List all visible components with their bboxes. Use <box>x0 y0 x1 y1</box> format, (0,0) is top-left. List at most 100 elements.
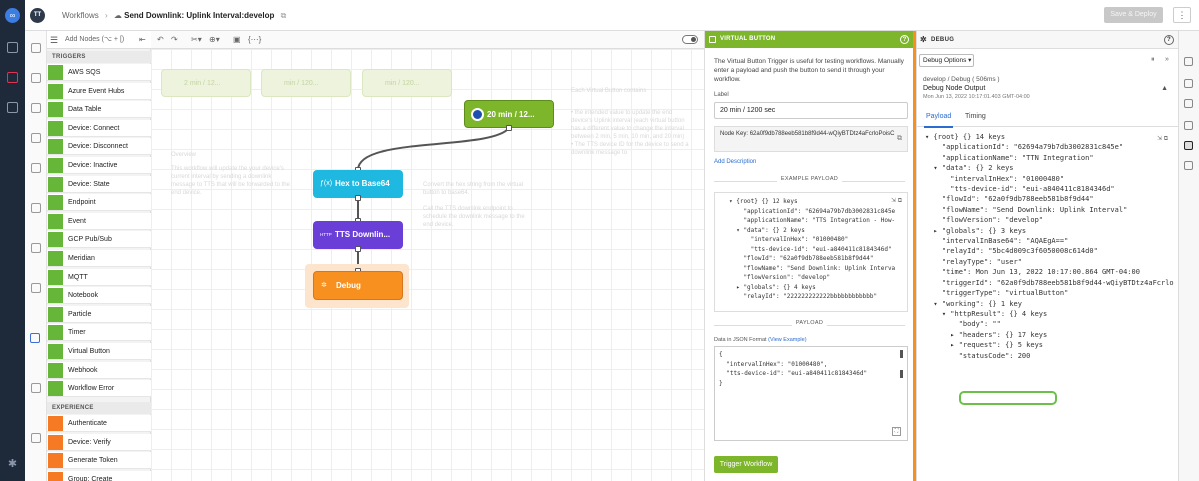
data-icon[interactable] <box>31 103 41 113</box>
palette-item-label: Virtual Button <box>68 348 110 355</box>
palette-item-trigger-particle[interactable]: Particle <box>47 305 151 323</box>
breadcrumb-workflows-link[interactable]: Workflows <box>62 11 99 20</box>
code-line: "intervalInHex": "01000480" <box>729 236 849 243</box>
tts-downlink-node[interactable]: HTTP TTS Downlin... <box>313 221 403 249</box>
expand-copy-icons[interactable]: ⇲ ⧉ <box>891 197 902 205</box>
save-deploy-button[interactable]: Save & Deploy <box>1104 7 1163 23</box>
label-input[interactable]: 20 min / 1200 sec <box>714 102 908 119</box>
table-icon[interactable] <box>31 243 41 253</box>
palette-item-trigger-webhook[interactable]: Webhook <box>47 361 151 379</box>
palette-item-trigger-notebook[interactable]: Notebook <box>47 287 151 305</box>
node-type-icon <box>48 232 63 248</box>
add-nodes-search-input[interactable]: Add Nodes (⌥ + [) <box>53 33 149 47</box>
palette-item-trigger-meridian[interactable]: Meridian <box>47 250 151 267</box>
more-menu-button[interactable]: ⋮ <box>1173 7 1191 23</box>
palette-item-experience-group-create[interactable]: Group: Create <box>47 470 151 481</box>
virtual-button-icon[interactable] <box>30 333 40 343</box>
palette-item-trigger-azure-event-hubs[interactable]: Azure Event Hubs <box>47 82 151 100</box>
debug-options-dropdown[interactable]: Debug Options ▾ <box>919 54 974 67</box>
experience-icon[interactable] <box>31 383 41 393</box>
code-line: "relayId": "5bc4d009c3f6050008c614d0" <box>925 247 1098 256</box>
network-icon[interactable]: ✱ <box>6 458 19 471</box>
globe-icon[interactable] <box>31 433 41 443</box>
clear-icon[interactable]: » <box>1165 56 1169 63</box>
debug-toggle-icon[interactable] <box>1184 141 1193 150</box>
palette-item-trigger-device-state[interactable]: Device: State <box>47 175 151 193</box>
collapse-panel-icon[interactable] <box>709 36 716 43</box>
trigger-node-20min[interactable]: 20 min / 12... <box>464 100 554 128</box>
add-description-link[interactable]: Add Description <box>714 159 756 165</box>
copy-icon[interactable]: ⧉ <box>281 11 287 20</box>
palette-item-trigger-workflow-error[interactable]: Workflow Error <box>47 380 151 398</box>
workflow-canvas[interactable]: Add Nodes (⌥ + [) ⇤ ↶ ↷ ✂▾ ⊕▾ ▣ {⋯} 2 mi… <box>65 31 704 481</box>
output-port[interactable] <box>355 246 361 252</box>
dashboard-icon[interactable] <box>7 42 18 53</box>
versions-icon[interactable] <box>1184 79 1193 88</box>
losant-logo-icon[interactable]: ∞ <box>5 8 20 23</box>
code-line: "applicationId": "62694a79b7db3002831c84… <box>925 143 1124 152</box>
output-port[interactable] <box>506 125 512 131</box>
node-type-icon <box>48 83 63 99</box>
debug-node[interactable]: ✲ Debug <box>313 271 403 300</box>
code-line: "flowVersion": "develop" <box>729 274 831 281</box>
view-example-link[interactable]: (View Example) <box>768 337 806 343</box>
palette-item-trigger-event[interactable]: Event <box>47 212 151 230</box>
notebook-icon[interactable] <box>31 283 41 293</box>
palette-item-trigger-timer[interactable]: Timer <box>47 324 151 342</box>
palette-item-experience-generate-token[interactable]: Generate Token <box>47 452 151 470</box>
global-nav-rail: ∞ ✱ <box>0 0 25 481</box>
palette-item-trigger-device-disconnect[interactable]: Device: Disconnect <box>47 138 151 156</box>
expand-copy-icons[interactable]: ⇲ ⧉ <box>1157 135 1168 143</box>
pause-icon[interactable]: ⏸ <box>1151 56 1155 64</box>
device-icon[interactable] <box>31 203 41 213</box>
palette-item-trigger-data-table[interactable]: Data Table <box>47 101 151 119</box>
help-icon[interactable]: ? <box>1164 35 1174 45</box>
code-line: { <box>719 351 723 358</box>
collapse-icon[interactable]: ⇤ <box>139 35 146 44</box>
search-icon[interactable] <box>31 43 41 53</box>
palette-item-label: Endpoint <box>68 199 96 207</box>
tab-payload[interactable]: Payload <box>923 113 954 128</box>
storage-icon[interactable] <box>1184 99 1193 108</box>
stats-icon[interactable] <box>1184 121 1193 130</box>
palette-item-experience-authenticate[interactable]: Authenticate <box>47 415 151 432</box>
editor-scrollbar[interactable] <box>900 350 903 438</box>
palette-item-trigger-aws-sqs[interactable]: AWS SQS <box>47 64 151 81</box>
palette-item-trigger-endpoint[interactable]: Endpoint <box>47 194 151 212</box>
palette-item-label: Device: Disconnect <box>68 143 128 151</box>
collapse-message-icon[interactable]: ▲ <box>1161 85 1168 92</box>
palette-item-trigger-gcp-pub-sub[interactable]: GCP Pub/Sub <box>47 231 151 249</box>
palette-item-label: Azure Event Hubs <box>68 87 125 95</box>
globals-icon[interactable] <box>1184 161 1193 170</box>
trigger-workflow-button[interactable]: Trigger Workflow <box>714 456 778 473</box>
expand-editor-icon[interactable]: ⛶ <box>892 427 901 436</box>
avatar[interactable]: TT <box>30 8 45 23</box>
node-label: TTS Downlin... <box>335 230 391 239</box>
trigger-icon[interactable] <box>31 73 41 83</box>
palette-item-label: Notebook <box>68 292 98 300</box>
docs-icon[interactable] <box>7 102 18 113</box>
hex-to-base64-node[interactable]: ƒ(x) Hex to Base64 <box>313 170 403 198</box>
logic-icon[interactable] <box>31 133 41 143</box>
tab-timing[interactable]: Timing <box>965 113 986 120</box>
palette-item-label: Device: Inactive <box>68 162 118 169</box>
palette-item-label: MQTT <box>68 273 88 281</box>
palette-item-trigger-device-connect[interactable]: Device: Connect <box>47 119 151 137</box>
palette-item-trigger-virtual-button[interactable]: Virtual Button <box>47 343 151 360</box>
payload-json-editor[interactable]: { "intervalInHex": "01000480", "tts-devi… <box>714 346 908 441</box>
output-port[interactable] <box>355 195 361 201</box>
palette-item-trigger-device-inactive[interactable]: Device: Inactive <box>47 157 151 174</box>
copy-icon[interactable]: ⧉ <box>897 135 902 143</box>
payload-code: { "intervalInHex": "01000480", "tts-devi… <box>719 350 899 388</box>
code-line: "flowName": "Send Downlink: Uplink Inter… <box>925 205 1128 214</box>
palette-item-experience-device-verify[interactable]: Device: Verify <box>47 433 151 451</box>
debug-path: develop / Debug ( 506ms ) <box>923 76 1000 83</box>
output-icon[interactable] <box>31 163 41 173</box>
settings-icon[interactable] <box>1184 57 1193 66</box>
palette-item-label: Authenticate <box>68 420 107 427</box>
palette-item-trigger-mqtt[interactable]: MQTT <box>47 268 151 286</box>
applications-cube-icon[interactable] <box>7 72 18 83</box>
help-icon[interactable]: ? <box>900 35 909 44</box>
code-line: "triggerType": "virtualButton" <box>925 289 1069 298</box>
node-connections <box>357 127 510 271</box>
